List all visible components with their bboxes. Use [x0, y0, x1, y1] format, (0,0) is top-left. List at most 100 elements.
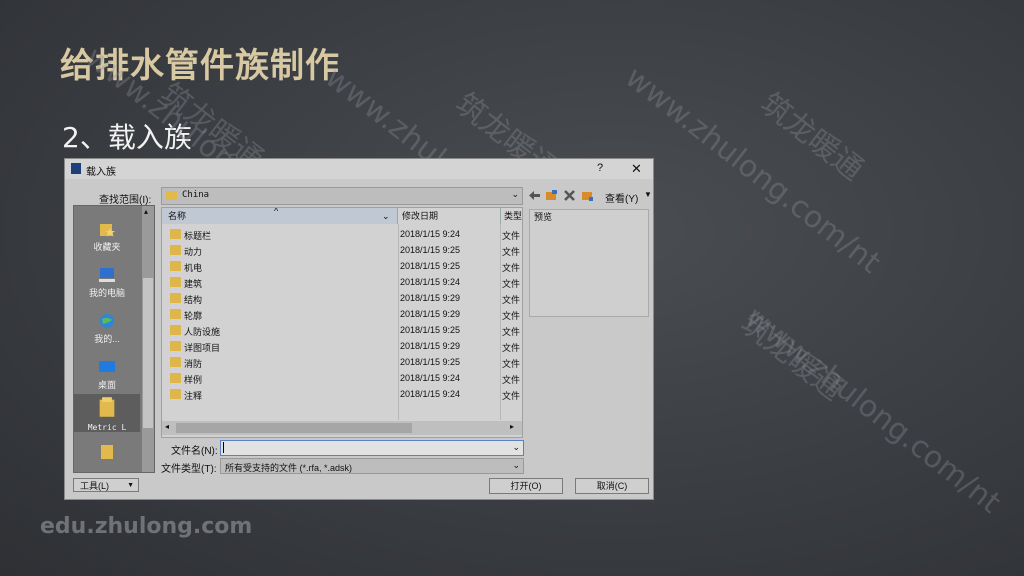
computer-icon [99, 268, 115, 282]
file-type: 文件 [502, 279, 521, 289]
file-row[interactable]: 机电 2018/1/15 9:25 文件 [162, 258, 522, 274]
file-name: 结构 [184, 295, 203, 305]
file-row[interactable]: 结构 2018/1/15 9:29 文件 [162, 290, 522, 306]
scroll-right-icon[interactable]: ▸ [510, 422, 514, 431]
up-folder-icon[interactable] [545, 189, 558, 202]
dialog-title: 载入族 [86, 167, 116, 178]
file-name: 注释 [184, 391, 203, 401]
dialog-titlebar: 载入族 ? ✕ [65, 159, 653, 179]
place-label: 桌面 [97, 380, 116, 390]
places-scrollbar[interactable]: ▴ [142, 206, 154, 472]
file-name: 消防 [184, 359, 203, 369]
filename-input[interactable]: ⌄ [220, 440, 524, 456]
new-folder-icon[interactable] [581, 189, 594, 202]
caret-down-icon[interactable]: ▼ [644, 190, 652, 199]
chevron-down-icon[interactable]: ⌄ [512, 442, 520, 453]
place-label: 我的电脑 [88, 288, 125, 298]
folder-icon [170, 357, 181, 367]
place-desktop[interactable]: 桌面 [74, 358, 140, 391]
look-in-dropdown[interactable]: China ⌄ [161, 187, 523, 205]
column-header-type[interactable]: 类型 [501, 208, 522, 224]
file-date: 2018/1/15 9:25 [400, 357, 461, 367]
file-row[interactable]: 注释 2018/1/15 9:24 文件 [162, 386, 522, 402]
desktop-icon [99, 361, 115, 372]
scroll-up-icon[interactable]: ▴ [144, 207, 148, 216]
folder-icon [101, 445, 113, 459]
place-label: 收藏夹 [93, 242, 121, 252]
favorites-folder-icon [100, 224, 115, 237]
file-date: 2018/1/15 9:24 [400, 389, 461, 399]
watermark-cn: 筑龙暖通 [733, 306, 850, 408]
place-network[interactable]: 我的... [74, 312, 140, 345]
view-menu-button[interactable]: 查看(Y) [605, 190, 638, 205]
file-date: 2018/1/15 9:25 [400, 325, 461, 335]
look-in-label: 查找范围(I): [99, 195, 152, 206]
cancel-button[interactable]: 取消(C) [575, 478, 649, 494]
file-row[interactable]: 消防 2018/1/15 9:25 文件 [162, 354, 522, 370]
file-name: 标题栏 [184, 231, 212, 241]
preview-pane: 预览 [529, 209, 649, 317]
file-row[interactable]: 轮廓 2018/1/15 9:29 文件 [162, 306, 522, 322]
place-label: 我的... [94, 334, 120, 344]
file-row[interactable]: 样例 2018/1/15 9:24 文件 [162, 370, 522, 386]
file-date: 2018/1/15 9:24 [400, 373, 461, 383]
folder-icon [166, 191, 177, 200]
open-button[interactable]: 打开(O) [489, 478, 563, 494]
file-date: 2018/1/15 9:25 [400, 261, 461, 271]
tools-button[interactable]: 工具(L) ▼ [73, 478, 139, 492]
place-my-computer[interactable]: 我的电脑 [74, 266, 140, 299]
column-header-date[interactable]: 修改日期 [398, 208, 501, 224]
file-name: 样例 [184, 375, 203, 385]
file-date: 2018/1/15 9:29 [400, 293, 461, 303]
look-in-value: China [182, 190, 210, 200]
help-button[interactable]: ? [597, 162, 603, 174]
file-type: 文件 [502, 343, 521, 353]
file-name: 详图项目 [184, 343, 221, 353]
delete-icon[interactable] [563, 189, 576, 202]
file-list: 名称 ^ ⌄ 修改日期 类型 标题栏 2018/1/15 9:24 文件 动力 2018… [161, 207, 523, 438]
folder-icon [170, 373, 181, 383]
folder-icon [170, 293, 181, 303]
file-name: 人防设施 [184, 327, 221, 337]
file-date: 2018/1/15 9:25 [400, 245, 461, 255]
column-header-label: 名称 [168, 211, 187, 221]
filename-label: 文件名(N): [171, 446, 218, 457]
folder-icon [170, 245, 181, 255]
filetype-label: 文件类型(T): [161, 464, 217, 475]
watermark-text: www.zhulong.com/nt [738, 300, 1007, 521]
chevron-down-icon[interactable]: ⌄ [382, 208, 390, 224]
folder-icon [170, 341, 181, 351]
file-date: 2018/1/15 9:24 [400, 277, 461, 287]
folder-icon [170, 261, 181, 271]
file-type: 文件 [502, 311, 521, 321]
place-label: Metric L [87, 423, 127, 432]
scrollbar-thumb[interactable] [143, 278, 153, 428]
filetype-dropdown[interactable]: 所有受支持的文件 (*.rfa, *.adsk) ⌄ [220, 458, 524, 474]
file-row[interactable]: 人防设施 2018/1/15 9:25 文件 [162, 322, 522, 338]
scrollbar-thumb[interactable] [176, 423, 412, 433]
file-name: 机电 [184, 263, 203, 273]
file-name: 动力 [184, 247, 203, 257]
file-name: 轮廓 [184, 311, 203, 321]
chevron-down-icon: ⌄ [511, 189, 519, 199]
place-favorites[interactable]: 收藏夹 [74, 220, 140, 253]
file-date: 2018/1/15 9:29 [400, 309, 461, 319]
file-row[interactable]: 动力 2018/1/15 9:25 文件 [162, 242, 522, 258]
file-row[interactable]: 建筑 2018/1/15 9:24 文件 [162, 274, 522, 290]
file-type: 文件 [502, 391, 521, 401]
file-type: 文件 [502, 247, 521, 257]
horizontal-scrollbar[interactable]: ◂ ▸ [162, 421, 522, 435]
place-metric-library[interactable]: Metric L [74, 394, 140, 432]
back-arrow-icon[interactable] [528, 189, 541, 202]
places-bar: 收藏夹 我的电脑 我的... 桌面 Metric L ▴ [73, 205, 155, 473]
place-folder[interactable] [74, 440, 140, 464]
folder-icon [170, 309, 181, 319]
file-type: 文件 [502, 263, 521, 273]
file-row[interactable]: 详图项目 2018/1/15 9:29 文件 [162, 338, 522, 354]
revit-app-icon [71, 163, 81, 174]
close-button[interactable]: ✕ [631, 161, 642, 177]
file-type: 文件 [502, 359, 521, 369]
column-header-name[interactable]: 名称 ^ ⌄ [162, 208, 398, 224]
file-row[interactable]: 标题栏 2018/1/15 9:24 文件 [162, 226, 522, 242]
scroll-left-icon[interactable]: ◂ [165, 422, 169, 431]
